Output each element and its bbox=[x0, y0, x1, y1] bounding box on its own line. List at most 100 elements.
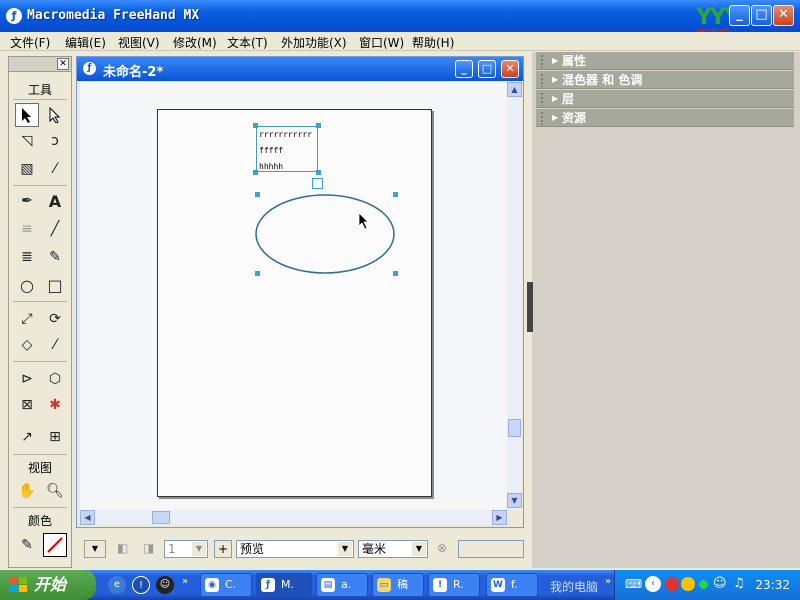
status-menu-button[interactable]: ▼ bbox=[84, 540, 106, 558]
text-tool[interactable]: A bbox=[43, 189, 67, 213]
selection-handle[interactable] bbox=[393, 271, 398, 276]
line-tool[interactable]: ╱ bbox=[43, 217, 67, 241]
link-tool[interactable]: ↗ bbox=[15, 425, 39, 449]
cancel-render-icon[interactable]: ⊗ bbox=[434, 540, 452, 558]
maximize-button[interactable]: □ bbox=[751, 5, 772, 26]
start-button[interactable]: 开始 bbox=[0, 570, 96, 600]
subselect-tool[interactable] bbox=[43, 103, 67, 127]
minimize-button[interactable]: _ bbox=[729, 5, 750, 26]
text-block[interactable]: rrrrrrrrrrr fffff hhhhh bbox=[256, 126, 318, 172]
tray-volume-icon[interactable]: ♫ bbox=[733, 576, 745, 591]
dock-panel-mixer[interactable]: ▶ 混色器 和 色调 bbox=[536, 71, 794, 89]
document-minimize-button[interactable]: _ bbox=[455, 60, 473, 78]
dock-panel-assets[interactable]: ▶ 资源 bbox=[536, 109, 794, 127]
quicklaunch-more-icon[interactable]: » bbox=[182, 576, 188, 587]
next-page-icon[interactable]: ◨ bbox=[140, 540, 158, 558]
menu-edit[interactable]: 编辑(E) bbox=[65, 34, 106, 51]
eraser-tool[interactable]: ◇ bbox=[15, 333, 39, 357]
selection-handle[interactable] bbox=[253, 123, 258, 128]
selection-handle[interactable] bbox=[393, 192, 398, 197]
document-maximize-button[interactable]: □ bbox=[478, 60, 496, 78]
menu-modify[interactable]: 修改(M) bbox=[173, 34, 217, 51]
close-icon[interactable]: ✕ bbox=[57, 58, 69, 70]
pencil-tool[interactable]: ✎ bbox=[43, 245, 67, 269]
hand-tool[interactable]: ✋ bbox=[15, 479, 39, 503]
ellipse-tool[interactable]: ○ bbox=[15, 273, 39, 297]
vertical-scroll-thumb[interactable] bbox=[508, 419, 521, 437]
perspective-tool[interactable]: ⬡ bbox=[43, 367, 67, 391]
canvas-area[interactable]: rrrrrrrrrrr fffff hhhhh bbox=[80, 82, 507, 510]
knife-tool[interactable]: ⁄ bbox=[43, 333, 67, 357]
scroll-right-button[interactable]: ▶ bbox=[492, 510, 507, 525]
scroll-down-button[interactable]: ▼ bbox=[507, 493, 522, 508]
tools-panel-header[interactable]: ✕ bbox=[9, 57, 71, 72]
chart-tool[interactable]: ⊞ bbox=[43, 425, 67, 449]
rotate-tool[interactable]: ⟳ bbox=[43, 307, 67, 331]
taskbar-button[interactable]: ▭ 稿 bbox=[372, 573, 424, 597]
fill-color-swatch[interactable] bbox=[43, 533, 67, 557]
taskbar-button[interactable]: ! R. bbox=[428, 573, 480, 597]
horizontal-scrollbar[interactable]: ◀ ▶ bbox=[80, 510, 507, 525]
scroll-left-button[interactable]: ◀ bbox=[80, 510, 95, 525]
stroke-color-icon[interactable]: ✎ bbox=[15, 533, 39, 557]
my-computer-label[interactable]: 我的电脑 bbox=[550, 578, 598, 595]
document-title-bar[interactable]: ƒ 未命名-2* _ □ ✕ bbox=[77, 57, 523, 81]
dock-panel-properties[interactable]: ▶ 属性 bbox=[536, 52, 794, 70]
tray-qq-icon[interactable]: ☺ bbox=[713, 576, 727, 591]
zoom-tool[interactable]: 🔍︎ bbox=[43, 479, 67, 503]
selection-handle[interactable] bbox=[316, 123, 321, 128]
units-select[interactable]: 毫米 ▼ bbox=[358, 540, 428, 558]
scroll-up-button[interactable]: ▲ bbox=[507, 82, 522, 97]
keyboard-icon[interactable]: ⌨ bbox=[625, 577, 642, 591]
toolbar-more-icon[interactable]: » bbox=[605, 576, 611, 587]
text-overflow-box[interactable] bbox=[312, 178, 323, 189]
dock-panel-layers[interactable]: ▶ 层 bbox=[536, 90, 794, 108]
trace-tool[interactable]: ▧ bbox=[15, 157, 39, 181]
menu-help[interactable]: 帮助(H) bbox=[412, 34, 454, 51]
quicklaunch-qq-icon[interactable]: ☺ bbox=[156, 576, 174, 594]
menu-xtras[interactable]: 外加功能(X) bbox=[281, 34, 347, 51]
mesh-tool[interactable]: ✱ bbox=[43, 393, 67, 417]
taskbar-button[interactable]: ◉ C. bbox=[200, 573, 252, 597]
horizontal-scroll-thumb[interactable] bbox=[152, 511, 170, 524]
vertical-scrollbar[interactable]: ▲ ▼ bbox=[507, 82, 522, 510]
clock[interactable]: 23:32 bbox=[755, 578, 790, 592]
freeform-tool[interactable]: ◹ bbox=[15, 129, 39, 153]
taskbar-button-freehand[interactable]: ƒ M. bbox=[256, 573, 312, 597]
scale-tool[interactable]: ⤢ bbox=[15, 307, 39, 331]
menu-view[interactable]: 视图(V) bbox=[118, 34, 160, 51]
document-close-button[interactable]: ✕ bbox=[501, 60, 519, 78]
tray-collapse-icon[interactable]: ‹ bbox=[645, 576, 661, 592]
taskbar-button[interactable]: ▤ a. bbox=[316, 573, 368, 597]
spiral-tool[interactable]: ≡ bbox=[15, 217, 39, 241]
previous-page-icon[interactable]: ◧ bbox=[114, 540, 132, 558]
close-button[interactable]: ✕ bbox=[773, 5, 794, 26]
add-page-icon[interactable]: + bbox=[214, 540, 232, 558]
selection-handle[interactable] bbox=[253, 170, 258, 175]
selection-handle[interactable] bbox=[255, 271, 260, 276]
menu-text[interactable]: 文本(T) bbox=[227, 34, 268, 51]
rectangle-tool[interactable]: □ bbox=[43, 273, 67, 297]
lasso-tool[interactable]: ↄ bbox=[43, 129, 67, 153]
extrude-tool[interactable]: ⊳ bbox=[15, 367, 39, 391]
mouse-cursor-icon bbox=[358, 212, 369, 230]
dock-collapse-handle[interactable] bbox=[527, 282, 533, 332]
menu-window[interactable]: 窗口(W) bbox=[359, 34, 404, 51]
eyedropper-tool[interactable]: ⁄ bbox=[43, 157, 67, 181]
view-mode-select[interactable]: 预览 ▼ bbox=[236, 540, 354, 558]
pointer-tool[interactable] bbox=[15, 103, 39, 127]
pen-tool[interactable]: ✒ bbox=[15, 189, 39, 213]
quicklaunch-info-icon[interactable]: ! bbox=[132, 576, 150, 594]
taskbar-button[interactable]: Wf. bbox=[486, 573, 538, 597]
tray-status-icon[interactable] bbox=[699, 580, 708, 589]
bezigon-tool[interactable]: ≣ bbox=[15, 245, 39, 269]
quicklaunch-ie-icon[interactable]: e bbox=[108, 576, 126, 594]
ellipse-shape[interactable] bbox=[252, 190, 398, 278]
tray-messenger-icon[interactable] bbox=[681, 577, 695, 591]
tray-app-icon[interactable] bbox=[665, 577, 679, 591]
selection-handle[interactable] bbox=[255, 192, 260, 197]
page-select[interactable]: 1 ▼ bbox=[164, 540, 208, 558]
menu-file[interactable]: 文件(F) bbox=[10, 34, 50, 51]
selection-handle[interactable] bbox=[316, 170, 321, 175]
fill-tool[interactable]: ⊠ bbox=[15, 393, 39, 417]
